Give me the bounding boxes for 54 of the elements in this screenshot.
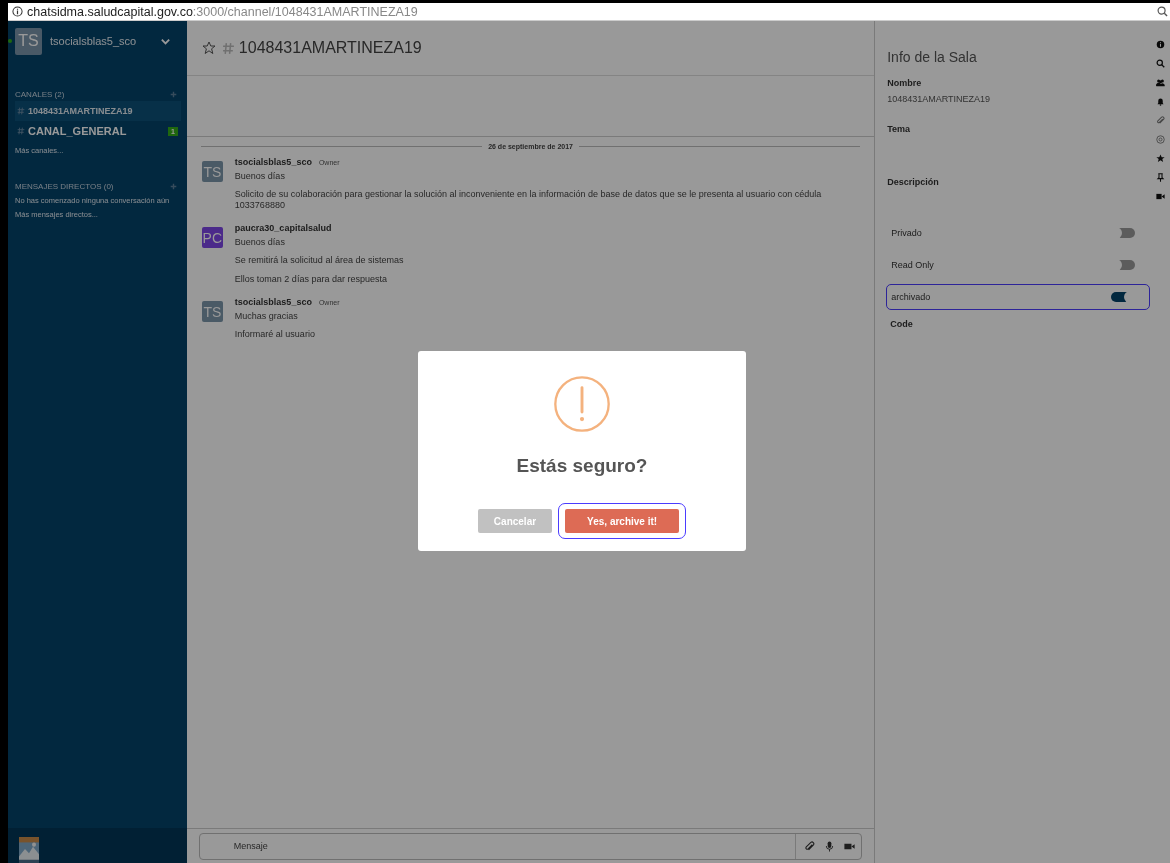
search-icon[interactable] <box>1157 6 1168 17</box>
username[interactable]: paucra30_capitalsalud <box>234 223 332 233</box>
toggle-switch[interactable] <box>1111 260 1135 270</box>
warning-icon <box>553 375 611 433</box>
channel-item[interactable]: 1048431AMARTINEZA19 <box>15 101 181 121</box>
username[interactable]: tsocialsblas5_sco <box>234 297 312 307</box>
video-camera-icon[interactable] <box>1155 192 1165 201</box>
confirm-button[interactable]: Yes, archive it! <box>565 509 680 533</box>
message-text: Informaré al usuario <box>234 329 316 340</box>
toggle-switch[interactable] <box>1111 228 1135 238</box>
hash-icon <box>17 127 25 135</box>
field-value: 1048431AMARTINEZA19 <box>887 94 992 104</box>
message-text: Muchas gracias <box>234 311 299 322</box>
star-icon[interactable] <box>201 41 216 55</box>
message-text: Buenos días <box>234 237 286 248</box>
user-avatar: TS <box>201 301 223 322</box>
user-avatar: PC <box>201 227 223 248</box>
dialog-title: Estás seguro? <box>516 455 648 477</box>
message-text: Ellos toman 2 días para dar respuesta <box>234 274 388 285</box>
user-name[interactable]: tsocialsblas5_sco <box>50 35 160 47</box>
toggle-label: Privado <box>891 228 922 238</box>
field-label: Descripción <box>887 177 940 187</box>
info-icon <box>12 6 23 17</box>
toggle-label: archivado <box>891 292 931 302</box>
user-avatar: TS <box>15 27 42 55</box>
toggle-switch[interactable] <box>1111 292 1135 302</box>
users-icon[interactable] <box>1155 78 1165 87</box>
microphone-icon[interactable] <box>824 840 836 852</box>
bell-icon[interactable] <box>1155 97 1165 106</box>
hash-icon <box>221 41 235 55</box>
message-text: Buenos días <box>234 171 286 182</box>
message-field[interactable]: Mensaje <box>199 840 796 852</box>
url-text[interactable]: chatsidma.saludcapital.gov.co:3000/channel/1048431AMARTINEZA19 <box>27 4 1157 19</box>
toggle-label: Read Only <box>891 260 934 270</box>
at-sign-icon[interactable] <box>1155 135 1165 144</box>
panel-title: Info de la Sala <box>887 49 978 65</box>
paperclip-icon[interactable] <box>1155 116 1165 125</box>
field-label: Code <box>890 319 914 329</box>
paperclip-icon[interactable] <box>804 840 816 852</box>
message-text: Se remitirá la solicitud al área de sistemas <box>234 255 404 266</box>
pin-icon[interactable] <box>1155 173 1165 182</box>
star-icon[interactable] <box>1155 154 1165 163</box>
room-title: 1048431AMARTINEZA19 <box>238 39 422 57</box>
message-composer[interactable]: Mensaje <box>198 832 863 860</box>
message-text: Solicito de su colaboración para gestionar la solución al inconveniente en la información de base de datos que se le presenta al usuario con cédula 1033768880 <box>234 189 823 211</box>
search-icon[interactable] <box>1155 59 1165 68</box>
info-icon[interactable] <box>1155 40 1165 49</box>
username[interactable]: tsocialsblas5_sco <box>234 157 312 167</box>
hash-icon <box>17 107 25 115</box>
section-title: MENSAJES DIRECTOS (0) <box>15 181 114 191</box>
field-label: Tema <box>887 124 912 134</box>
user-avatar: TS <box>201 161 223 182</box>
section-title: CANALES (2) <box>15 89 65 99</box>
field-label: Nombre <box>887 78 923 88</box>
